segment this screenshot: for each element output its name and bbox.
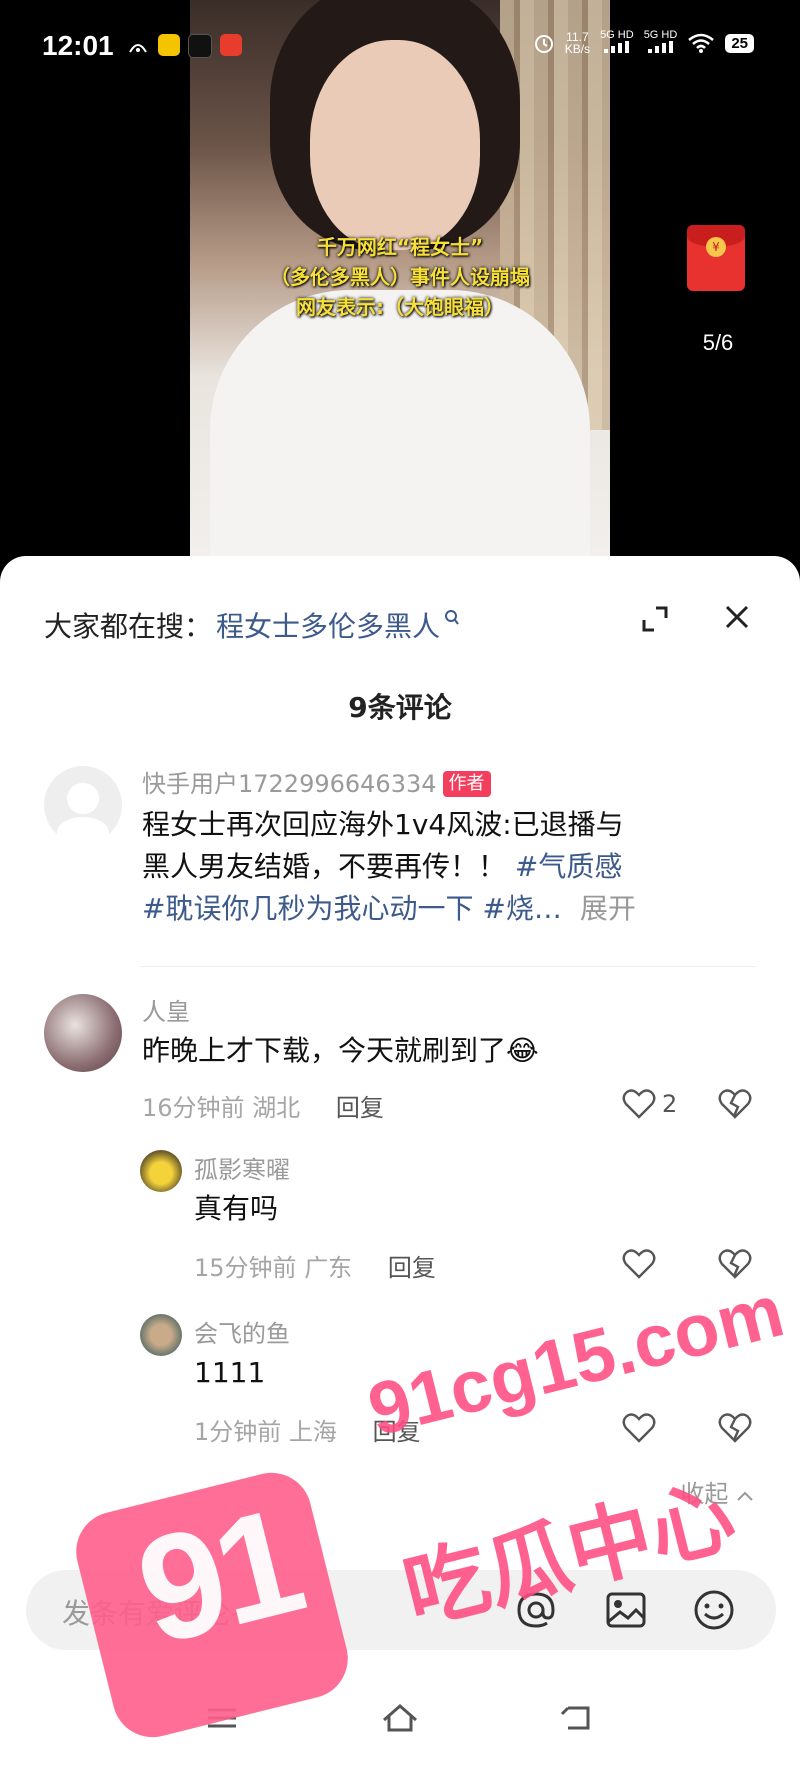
hotspot-icon: [129, 44, 147, 53]
avatar[interactable]: [44, 766, 122, 844]
comment-username[interactable]: 人皇: [142, 992, 190, 1027]
username-text: 快手用户1722996646334: [142, 770, 437, 798]
close-icon[interactable]: [722, 602, 752, 632]
broken-heart-icon[interactable]: [718, 1088, 752, 1120]
reply-meta: 1分钟前 上海 回复: [194, 1412, 421, 1447]
hashtag-link[interactable]: #气质感: [515, 850, 622, 883]
comment-input-placeholder: 发条有爱评论~: [62, 1597, 254, 1630]
signal-sim1: 5G HD: [600, 30, 634, 56]
collapse-replies-link[interactable]: 收起: [680, 1474, 754, 1509]
reply-username[interactable]: 孤影寒曜: [194, 1150, 290, 1185]
comment-text-line: 程女士再次回应海外1v4风波:已退播与: [142, 808, 624, 841]
sim1-label: 5G HD: [600, 29, 634, 41]
comment-text-line: 黑人男友结婚，不要再传！！ #气质感: [142, 846, 762, 888]
avatar[interactable]: [44, 994, 122, 1072]
comment-input[interactable]: 发条有爱评论~: [26, 1570, 776, 1650]
like-count: 2: [662, 1090, 678, 1118]
expand-comment-link[interactable]: 展开: [580, 892, 636, 925]
video-person-shirt: [210, 290, 590, 580]
comment-meta: 16分钟前 湖北 回复: [142, 1088, 384, 1123]
comment-text: 昨晚上才下载，今天就刷到了😂: [142, 1030, 762, 1072]
status-time: 12:01: [42, 30, 114, 61]
avatar[interactable]: [140, 1150, 182, 1192]
divider: [140, 966, 756, 967]
comment-time: 15分钟前: [194, 1254, 297, 1282]
comment-time: 16分钟前: [142, 1094, 245, 1122]
hashtag-link[interactable]: #烧…: [482, 892, 561, 925]
wifi-icon: [688, 33, 715, 53]
red-envelope-icon: ¥: [706, 237, 726, 257]
comment-text: 程女士再次回应海外1v4风波:已退播与 黑人男友结婚，不要再传！！ #气质感 #…: [142, 804, 762, 930]
system-nav-bar: [0, 1658, 800, 1778]
caption-line: （多伦多黑人）事件人设崩塌: [270, 265, 530, 289]
signal-bars-icon: [603, 41, 629, 53]
home-icon[interactable]: [378, 1698, 422, 1738]
net-speed: 11.7 KB/s: [565, 31, 590, 55]
reply-username[interactable]: 会飞的鱼: [194, 1314, 290, 1349]
comment-text-segment: 昨晚上才下载，今天就刷到了: [142, 1034, 507, 1067]
status-bar: 12:01 11.7 KB/s 5G HD 5G HD 25: [0, 0, 800, 96]
comment-text-line: #耽误你几秒为我心动一下 #烧… 展开: [142, 888, 762, 930]
alarm-icon: [534, 35, 553, 53]
reply-button[interactable]: 回复: [336, 1094, 384, 1122]
avatar[interactable]: [140, 1314, 182, 1356]
search-icon: [444, 609, 460, 631]
reply-text: 真有吗: [194, 1192, 279, 1225]
reply-button[interactable]: 回复: [388, 1254, 436, 1282]
hashtag-link[interactable]: #耽误你几秒为我心动一下: [142, 892, 473, 925]
caption-line: 网友表示:（大饱眼福）: [296, 295, 504, 319]
broken-heart-icon[interactable]: [718, 1248, 752, 1280]
comment-time: 1分钟前: [194, 1418, 282, 1446]
heart-icon[interactable]: [622, 1248, 656, 1280]
comment-count: 9条评论: [348, 691, 452, 724]
red-envelope-button[interactable]: ¥: [687, 225, 745, 291]
author-badge: 作者: [442, 771, 491, 797]
back-icon[interactable]: [556, 1698, 600, 1738]
comment-text-segment: 黑人男友结婚，不要再传！！: [142, 850, 507, 883]
net-speed-unit: KB/s: [564, 42, 591, 56]
reply-button[interactable]: 回复: [373, 1418, 421, 1446]
comment-location: 广东: [304, 1254, 353, 1282]
tiktok-notification-icon: [188, 34, 212, 58]
video-caption: 千万网红“程女士” （多伦多黑人）事件人设崩塌 网友表示:（大饱眼福）: [190, 232, 610, 322]
reply-text: 1111: [194, 1356, 266, 1389]
heart-icon[interactable]: [622, 1088, 656, 1120]
trending-search-term[interactable]: 程女士多伦多黑人: [216, 605, 440, 645]
laughing-emoji-icon: 😂: [506, 1034, 539, 1067]
status-right-icons: 11.7 KB/s 5G HD 5G HD 25: [533, 30, 754, 56]
battery-level: 25: [725, 33, 754, 53]
menu-icon[interactable]: [200, 1698, 244, 1738]
heart-icon[interactable]: [622, 1412, 656, 1444]
comment-input-bar: 发条有爱评论~: [0, 1548, 800, 1658]
broken-heart-icon[interactable]: [718, 1412, 752, 1444]
comment-username[interactable]: 快手用户1722996646334 作者: [142, 764, 491, 799]
chevron-up-icon: [737, 1491, 753, 1501]
trending-search-prefix: 大家都在搜：: [44, 610, 213, 643]
app-notification-icon: [158, 34, 180, 56]
expand-icon[interactable]: [640, 604, 670, 634]
page-indicator: 5/6: [702, 330, 734, 355]
signal-sim2: 5G HD: [643, 29, 678, 56]
comment-location: 上海: [288, 1418, 337, 1446]
signal-bars-icon: [647, 41, 673, 53]
at-mention-icon[interactable]: [514, 1588, 558, 1632]
reply-meta: 15分钟前 广东 回复: [194, 1248, 436, 1283]
status-notification-icons: [126, 34, 242, 58]
image-picker-icon[interactable]: [604, 1588, 648, 1632]
collapse-label: 收起: [680, 1480, 729, 1508]
emoji-picker-icon[interactable]: [692, 1588, 736, 1632]
comment-location: 湖北: [252, 1094, 301, 1122]
caption-line: 千万网红“程女士”: [316, 235, 484, 259]
app-notification-icon: [220, 34, 242, 56]
sim2-label: 5G HD: [643, 29, 678, 41]
